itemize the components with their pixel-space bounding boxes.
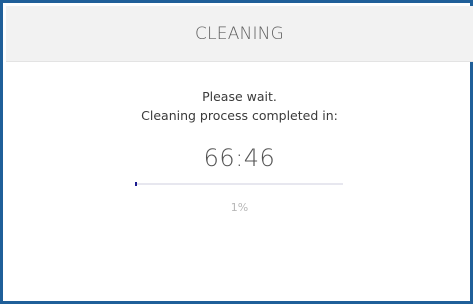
progress-bar-fill <box>135 182 137 186</box>
status-message: Please wait. Cleaning process completed … <box>6 87 473 125</box>
remaining-time: 66:46 <box>203 144 276 172</box>
please-wait-text: Please wait. <box>202 89 277 104</box>
cleaning-process-text: Cleaning process completed in: <box>141 108 338 123</box>
dialog-title: CLEANING <box>195 23 284 44</box>
progress-bar <box>135 182 343 186</box>
progress-percent: 1% <box>230 201 249 214</box>
cleaning-dialog: CLEANING Please wait. Cleaning process c… <box>0 0 473 304</box>
dialog-header: CLEANING <box>6 6 473 62</box>
